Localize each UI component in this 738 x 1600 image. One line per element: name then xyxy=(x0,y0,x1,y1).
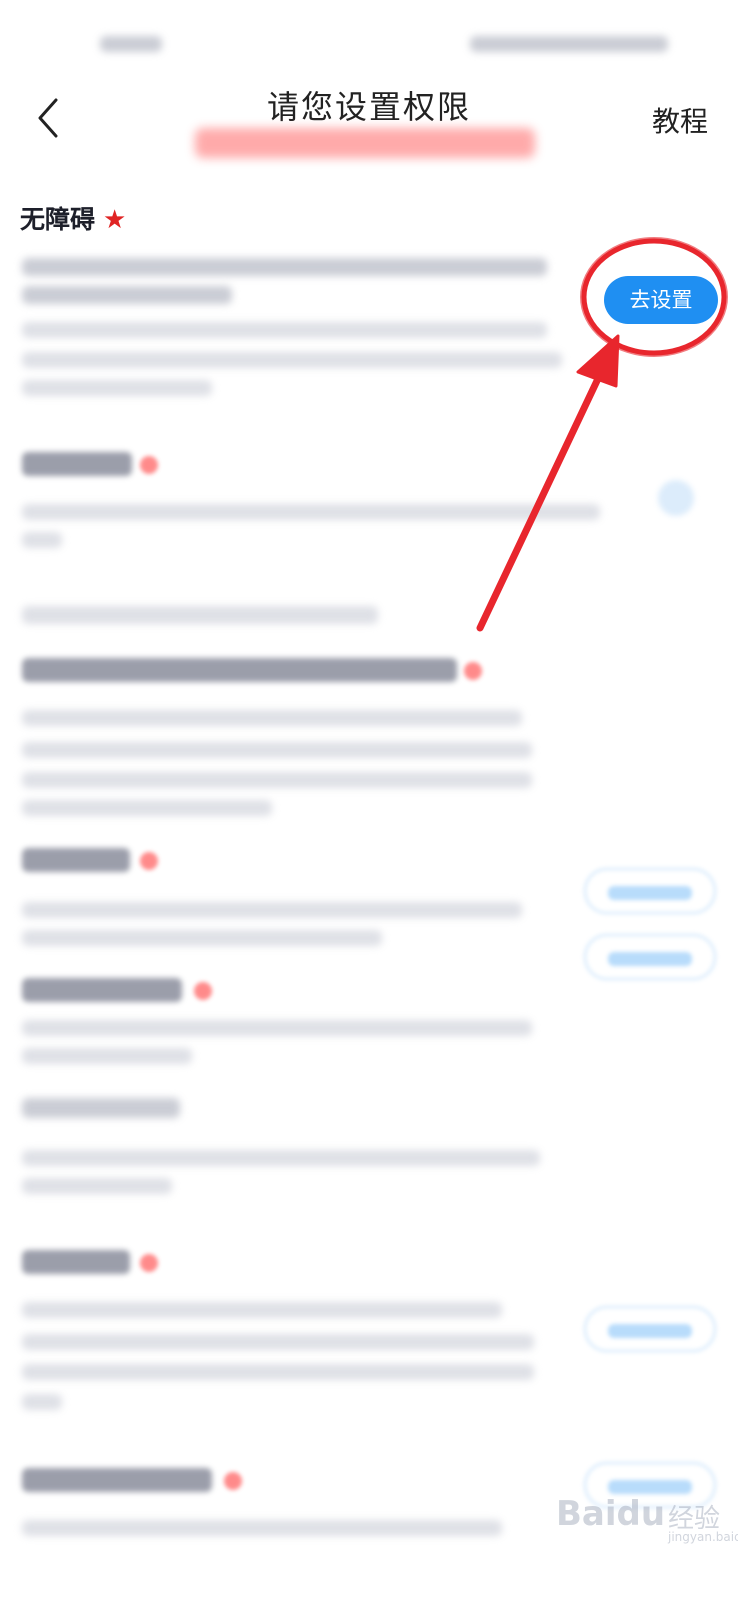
watermark-brand: Baidu xyxy=(556,1494,666,1534)
baidu-watermark: Baidu 经验 jingyan.baidu.com xyxy=(556,1490,738,1550)
watermark-url: jingyan.baidu.com xyxy=(668,1530,738,1544)
annotation-arrow-head xyxy=(576,334,620,388)
annotation-arrow-shaft xyxy=(476,362,608,632)
annotation-circle-outer xyxy=(580,237,728,357)
annotation-circle xyxy=(581,238,727,356)
annotation-overlay xyxy=(476,237,728,632)
